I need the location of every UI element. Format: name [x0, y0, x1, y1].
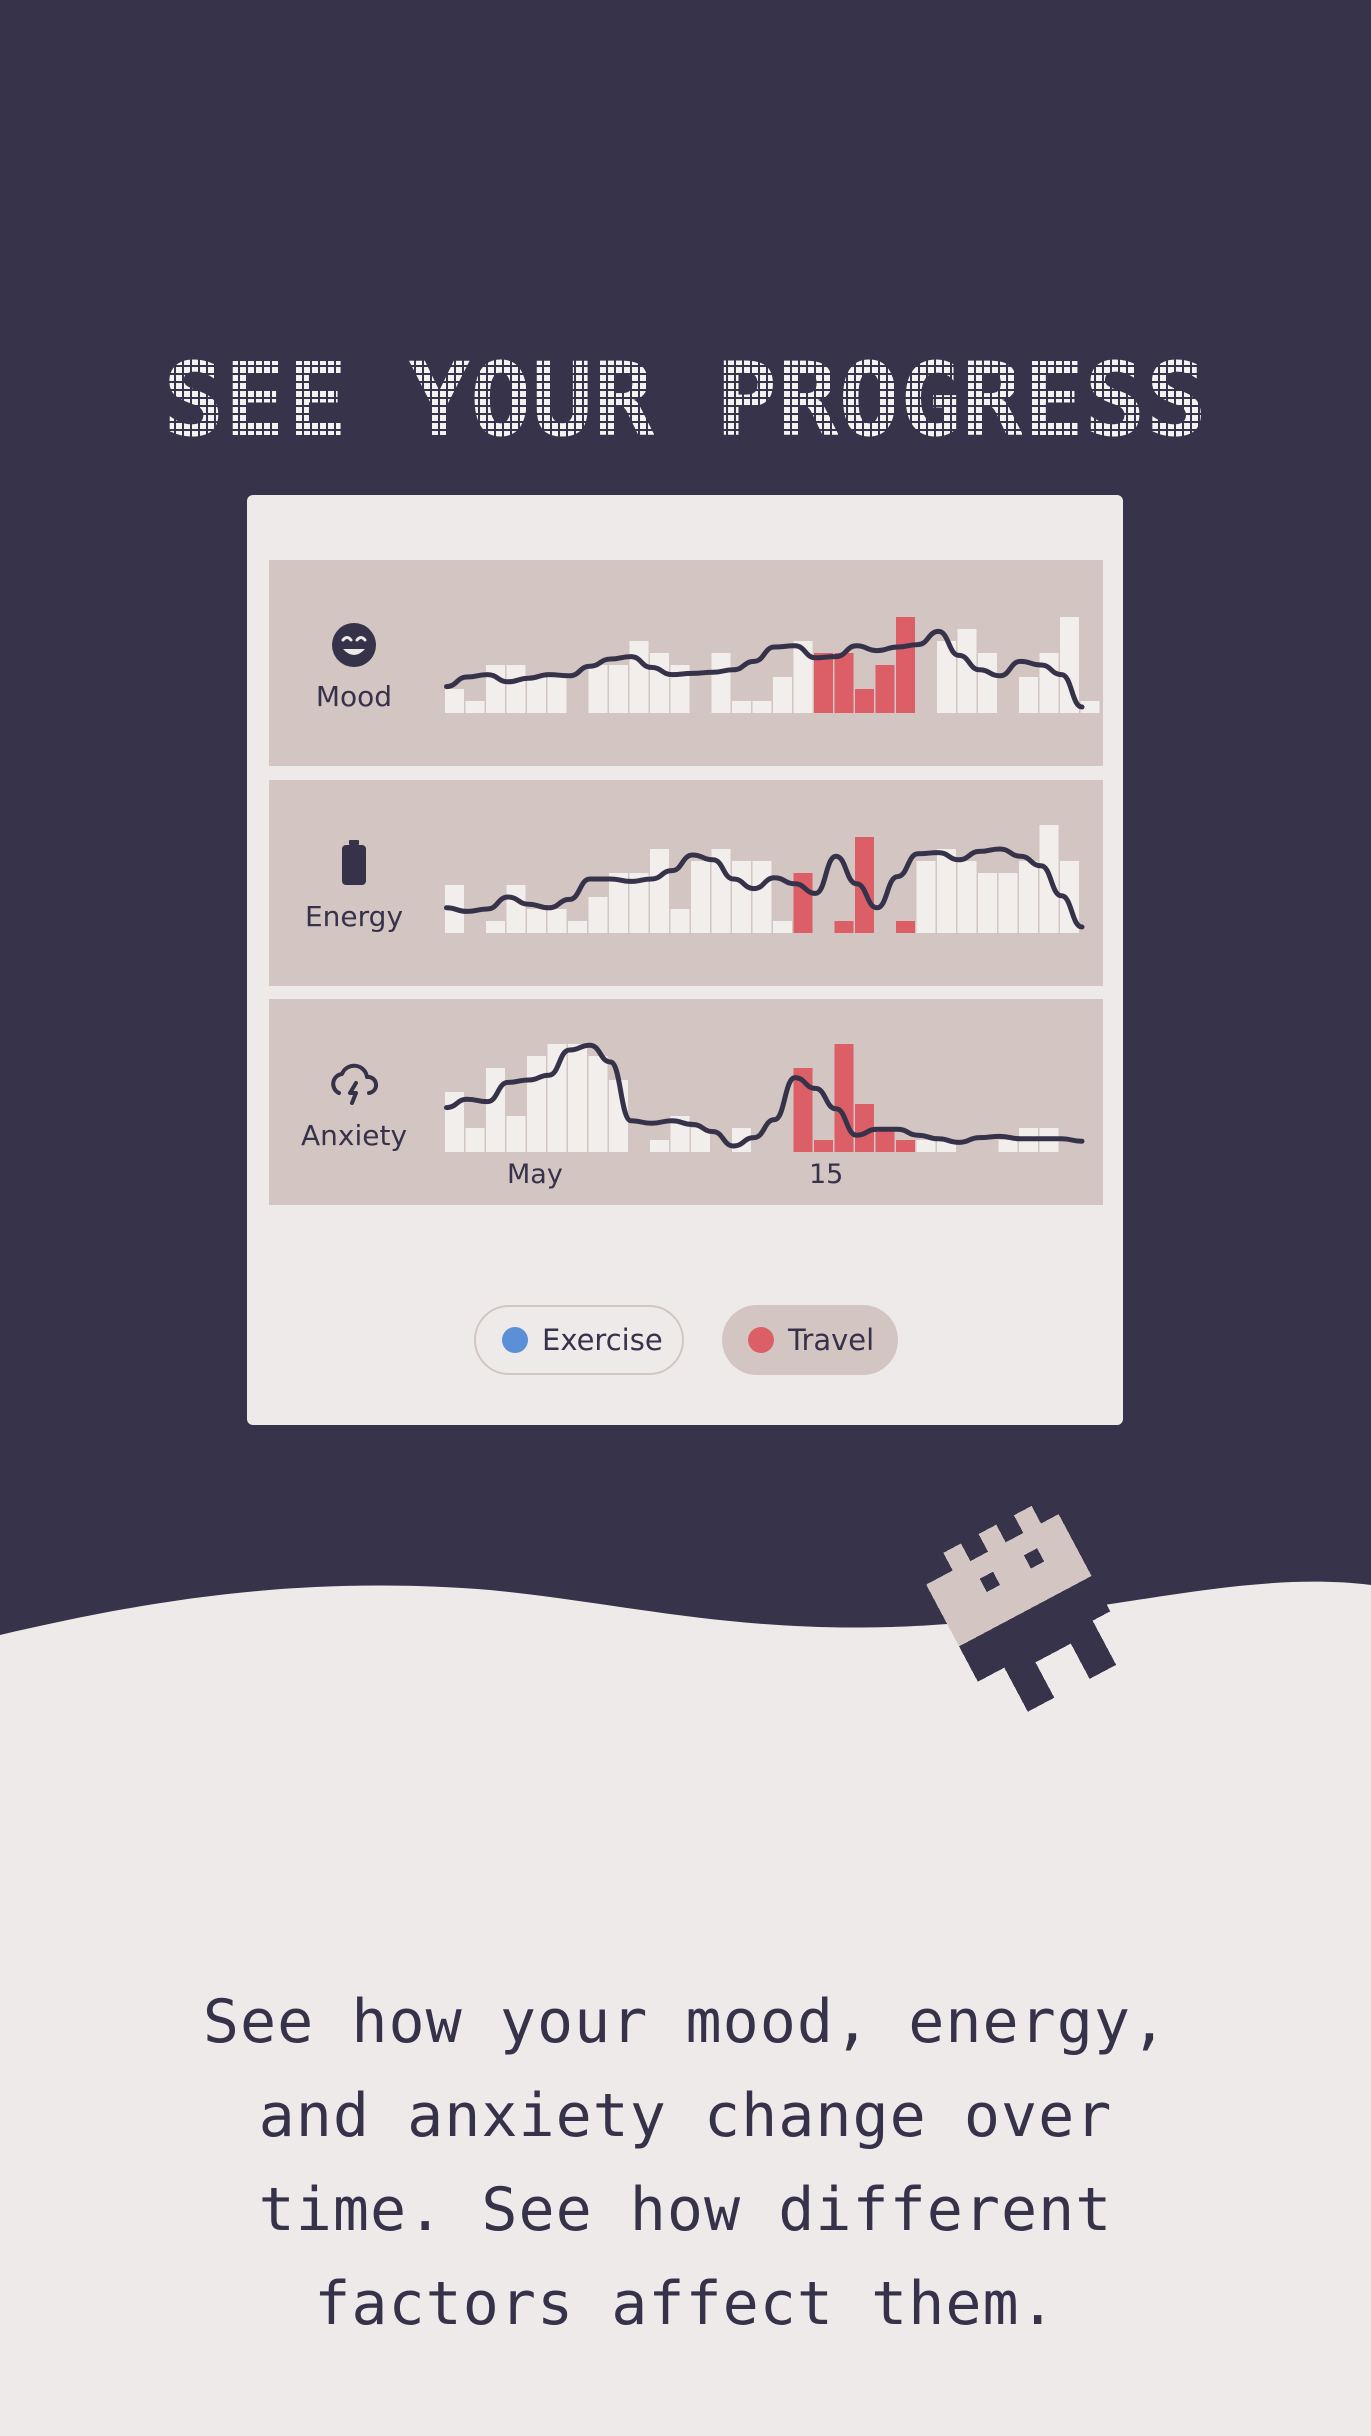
bar [568, 921, 587, 933]
bar [1019, 677, 1038, 713]
x-axis-label-may: May [507, 1159, 563, 1190]
bar [752, 861, 772, 933]
bar [506, 665, 526, 713]
bar [732, 861, 751, 933]
bar [732, 701, 751, 713]
legend-travel-label: Travel [788, 1323, 875, 1357]
legend-exercise-label: Exercise [542, 1323, 663, 1357]
bar [1019, 861, 1038, 933]
bar [547, 1044, 567, 1152]
bar [752, 701, 772, 713]
bar [1039, 653, 1059, 713]
bar [527, 677, 546, 713]
legend-travel-button[interactable]: Travel [722, 1305, 898, 1375]
hero-title-text: SEE YOUR PROGRESS [163, 341, 1207, 455]
bar [465, 1128, 485, 1152]
bar [650, 653, 669, 713]
travel-bar [896, 617, 915, 713]
bar [998, 1140, 1018, 1152]
bar [588, 1056, 608, 1152]
smiley-icon [332, 623, 376, 667]
bar [588, 665, 608, 713]
progress-card: Mood Energy Anxiety May 15 Exercise Trav… [247, 495, 1123, 1425]
x-axis-label-15: 15 [809, 1159, 844, 1190]
hero-title: SEE YOUR PROGRESS [163, 341, 1207, 455]
anxiety-label: Anxiety [300, 1119, 408, 1152]
mood-row[interactable]: Mood [269, 560, 1103, 766]
bar [588, 897, 608, 933]
bar [445, 689, 464, 713]
mascot-illustration [926, 1505, 1117, 1712]
bar [547, 677, 567, 713]
travel-bar [855, 689, 874, 713]
travel-dot-icon [748, 1327, 774, 1353]
travel-bar [814, 1140, 833, 1152]
travel-bar [814, 653, 833, 713]
bar [937, 849, 956, 933]
travel-bar [834, 921, 854, 933]
travel-bar [875, 665, 895, 713]
bar [711, 653, 731, 713]
bar [650, 849, 669, 933]
legend-exercise-button[interactable]: Exercise [474, 1305, 684, 1375]
bar [527, 1056, 546, 1152]
description-text: See how your mood, energy, and anxiety c… [202, 1987, 1169, 2339]
travel-bar [834, 653, 854, 713]
energy-row[interactable]: Energy [269, 780, 1103, 986]
bar [506, 1116, 526, 1152]
bar [957, 629, 977, 713]
bar [998, 873, 1018, 933]
bar [978, 653, 997, 713]
bar [629, 641, 649, 713]
bar [916, 1140, 936, 1152]
bar [486, 1068, 505, 1152]
battery-icon [342, 840, 366, 885]
storm-cloud-icon [331, 1063, 379, 1105]
travel-bar [896, 921, 915, 933]
energy-label: Energy [304, 900, 404, 933]
bar [609, 665, 628, 713]
bar [506, 885, 526, 933]
bar [465, 701, 485, 713]
bar [527, 909, 546, 933]
bar [773, 921, 792, 933]
bar [568, 1044, 587, 1152]
bar [547, 909, 567, 933]
anxiety-row[interactable]: Anxiety May 15 [269, 999, 1103, 1205]
mood-label: Mood [315, 680, 393, 713]
energy-chart [444, 825, 1085, 933]
bar [691, 861, 710, 933]
bar [650, 1140, 669, 1152]
mood-chart [444, 617, 1100, 713]
bar [978, 873, 997, 933]
bar [670, 909, 690, 933]
travel-bar [896, 1140, 915, 1152]
bar [486, 921, 505, 933]
exercise-dot-icon [502, 1327, 528, 1353]
travel-bar [834, 1044, 854, 1152]
bar [916, 861, 936, 933]
bar [957, 861, 977, 933]
bar [773, 677, 792, 713]
